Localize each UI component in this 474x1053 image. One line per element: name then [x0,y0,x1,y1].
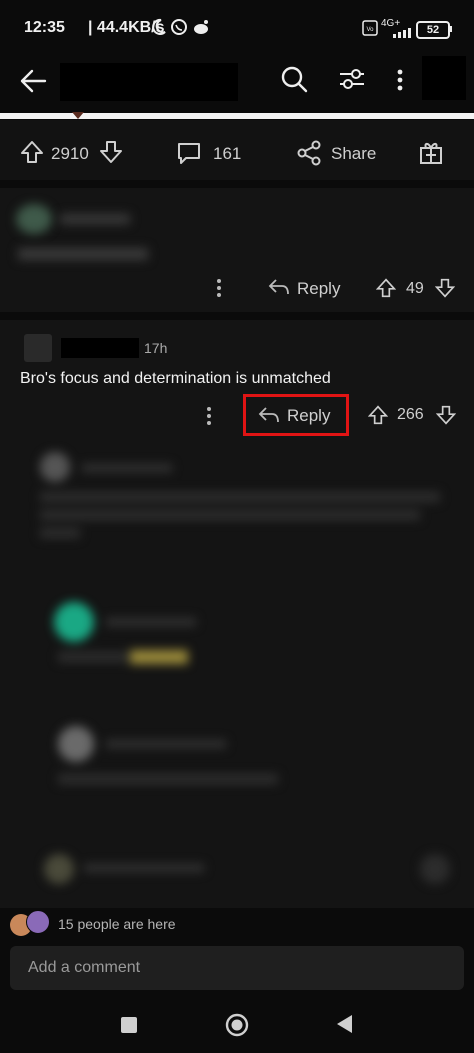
presence-avatar [26,910,50,934]
recents-icon[interactable] [120,1016,138,1034]
battery-tip [449,26,452,32]
downvote-icon[interactable] [435,278,455,298]
reddit-icon [192,18,210,36]
comment-count: 161 [213,144,242,163]
volte-icon: Vo [362,20,378,36]
upvote-icon[interactable] [368,405,388,425]
blurred-reply-3 [54,722,414,802]
add-comment-placeholder: Add a comment [28,959,141,976]
comment-vote-count: 266 [397,406,424,423]
comment-body: Bro's focus and determination is unmatch… [20,370,331,387]
comment-card-blurred: Reply 49 [0,188,474,312]
commenter-avatar[interactable] [24,334,52,362]
back-nav-icon[interactable] [335,1014,353,1034]
award-icon[interactable] [418,139,444,165]
subreddit-title-redacted [60,63,238,101]
home-icon[interactable] [225,1013,249,1037]
divider-caret [72,112,84,119]
status-bar: 12:35 | 44.4KB/s Vo 4G+ 52 [0,0,474,56]
comment-age: 17h [144,340,168,356]
reply-button[interactable]: Reply [297,279,340,299]
downvote-icon[interactable] [436,405,456,425]
blurred-username [60,214,130,224]
blurred-avatar [16,204,52,234]
filter-icon[interactable] [338,66,366,92]
comment-vote-count: 49 [406,280,424,297]
upvote-icon[interactable] [376,278,396,298]
upvote-icon[interactable] [20,140,44,164]
status-time: 12:35 [24,19,65,36]
whatsapp-icon [170,18,188,36]
commenter-username-redacted[interactable] [61,338,139,358]
blurred-reply-4 [40,850,450,890]
downvote-icon[interactable] [99,140,123,164]
reply-button[interactable]: Reply [287,406,330,426]
reply-arrow-icon[interactable] [258,406,280,424]
comment-more-icon[interactable] [206,406,212,426]
section-separator [0,180,474,188]
blurred-text [18,248,148,260]
blurred-reply-2 [54,602,414,672]
signal-icon [381,28,411,38]
reply-arrow-icon[interactable] [268,278,290,296]
search-icon[interactable] [280,65,308,93]
add-comment-input[interactable]: Add a comment [10,946,464,990]
post-vote-count: 2910 [51,144,89,163]
back-arrow-icon[interactable] [18,68,48,94]
moon-icon [150,18,166,36]
comment-more-icon[interactable] [216,278,222,298]
more-options-icon[interactable] [396,68,404,92]
top-app-bar [0,56,474,112]
avatar-redacted[interactable] [422,56,466,100]
share-button[interactable]: Share [331,144,376,164]
post-action-row: 2910 161 Share [0,120,474,180]
blurred-reply-1 [34,452,442,572]
battery-indicator: 52 [416,21,450,39]
comment-icon[interactable] [176,141,202,165]
presence-text: 15 people are here [58,916,176,932]
system-nav-bar [0,1000,474,1053]
svg-text:Vo: Vo [366,27,374,33]
share-icon[interactable] [296,140,322,166]
